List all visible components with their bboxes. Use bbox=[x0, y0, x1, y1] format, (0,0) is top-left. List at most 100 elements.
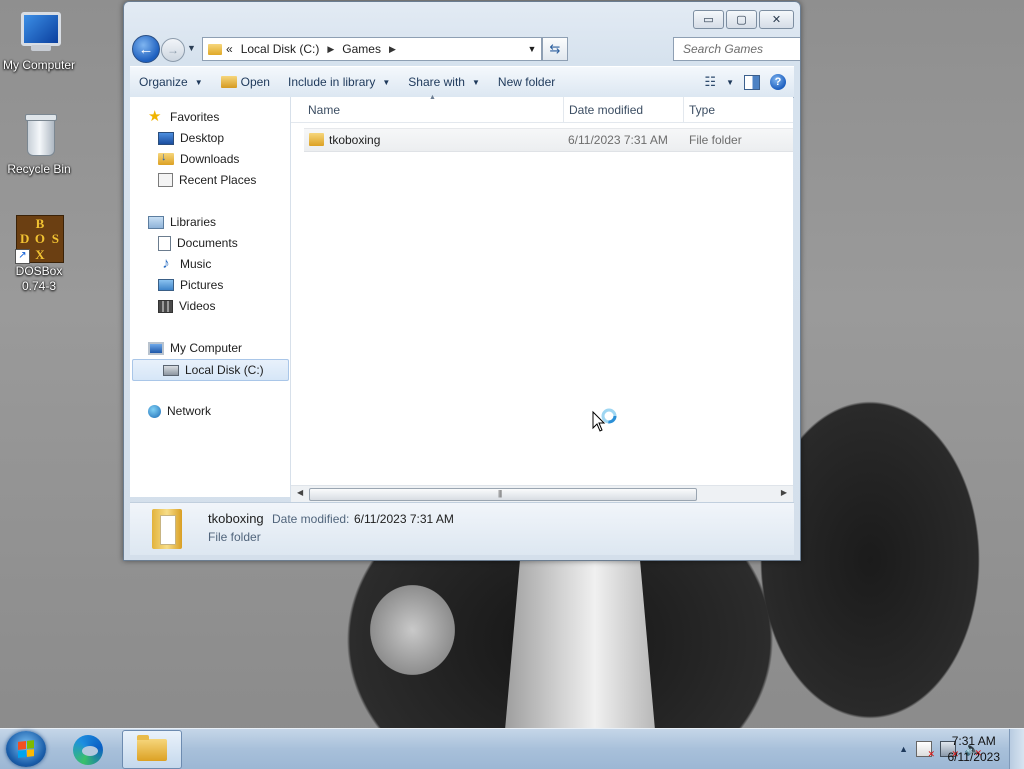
desktop-icon-my-computer[interactable]: My Computer bbox=[0, 8, 78, 73]
breadcrumb-games[interactable]: Games bbox=[340, 42, 383, 56]
organize-button[interactable]: Organize ▼ bbox=[130, 69, 212, 95]
edge-browser-icon bbox=[73, 735, 103, 765]
wallpaper-hand bbox=[370, 585, 455, 675]
change-view-icon[interactable]: ☷ bbox=[704, 74, 716, 90]
command-bar: Organize ▼ Open Include in library ▼ Share… bbox=[130, 66, 794, 98]
caption-buttons: ▭ ▢ ✕ bbox=[693, 10, 794, 29]
open-button[interactable]: Open bbox=[212, 69, 279, 95]
busy-cursor-icon bbox=[592, 408, 617, 434]
file-type: File folder bbox=[689, 133, 742, 147]
folder-preview-icon bbox=[152, 509, 182, 549]
scrollbar-thumb[interactable]: ||| bbox=[309, 488, 697, 501]
new-folder-button[interactable]: New folder bbox=[489, 69, 564, 95]
address-row: ← → ▼ « Local Disk (C:) ▶ Games ▶ ▼ ⇆ ⌕ bbox=[130, 34, 800, 63]
forward-button[interactable]: → bbox=[161, 38, 185, 62]
star-icon: ★ bbox=[148, 108, 162, 125]
breadcrumb-separator-icon[interactable]: ▶ bbox=[389, 44, 396, 55]
taskbar-edge-button[interactable] bbox=[70, 733, 106, 767]
nav-libraries[interactable]: Libraries bbox=[148, 212, 216, 232]
details-date-label: Date modified: bbox=[272, 512, 350, 526]
nav-local-disk[interactable]: Local Disk (C:) bbox=[132, 359, 289, 381]
nav-desktop[interactable]: Desktop bbox=[158, 128, 224, 148]
open-folder-icon bbox=[220, 76, 237, 88]
breadcrumb-local-disk[interactable]: Local Disk (C:) bbox=[239, 42, 322, 56]
file-list: ▲ Name Date modified Type tkoboxing 6/11… bbox=[291, 94, 793, 485]
shortcut-arrow-icon: ↗ bbox=[15, 249, 30, 264]
network-icon bbox=[148, 404, 161, 418]
nav-pictures[interactable]: Pictures bbox=[158, 275, 223, 295]
chevron-down-icon: ▼ bbox=[471, 77, 480, 87]
documents-icon bbox=[158, 235, 171, 251]
nav-documents[interactable]: Documents bbox=[158, 233, 238, 253]
details-pane: tkoboxing Date modified: 6/11/2023 7:31 … bbox=[130, 502, 794, 555]
recent-pages-dropdown[interactable]: ▼ bbox=[187, 43, 196, 53]
start-button[interactable] bbox=[6, 731, 46, 767]
refresh-button[interactable]: ⇆ bbox=[542, 37, 568, 61]
taskbar-explorer-button[interactable] bbox=[122, 730, 182, 769]
windows-logo-icon bbox=[18, 740, 34, 758]
taskbar: ▲ 🔈 7:31 AM 6/11/2023 bbox=[0, 728, 1024, 769]
preview-pane-icon[interactable] bbox=[744, 74, 760, 90]
search-box[interactable]: ⌕ bbox=[673, 37, 800, 61]
column-headers: ▲ Name Date modified Type bbox=[291, 94, 793, 123]
nav-my-computer[interactable]: My Computer bbox=[148, 338, 242, 358]
nav-downloads[interactable]: Downloads bbox=[158, 149, 239, 169]
file-date-modified: 6/11/2023 7:31 AM bbox=[568, 133, 668, 147]
address-overflow-chevron[interactable]: « bbox=[226, 42, 233, 56]
back-button[interactable]: ← bbox=[132, 35, 160, 63]
file-name[interactable]: tkoboxing bbox=[329, 133, 380, 147]
column-header-type[interactable]: Type bbox=[689, 103, 715, 117]
scroll-right-icon[interactable]: ▶ bbox=[781, 488, 787, 497]
clock-date: 6/11/2023 bbox=[947, 750, 1001, 764]
view-options-dropdown[interactable]: ▼ bbox=[726, 78, 734, 87]
recycle-bin-icon bbox=[15, 112, 63, 160]
help-icon[interactable]: ? bbox=[770, 74, 786, 90]
search-input[interactable] bbox=[681, 41, 800, 57]
nav-favorites[interactable]: ★ Favorites bbox=[148, 107, 219, 127]
explorer-folder-icon bbox=[137, 735, 167, 761]
breadcrumb-separator-icon[interactable]: ▶ bbox=[327, 44, 334, 55]
nav-recent-places[interactable]: Recent Places bbox=[158, 170, 256, 190]
desktop-icon-label: My Computer bbox=[2, 58, 76, 72]
desktop-icon-label: DOSBox 0.74-3 bbox=[15, 264, 63, 293]
chevron-down-icon: ▼ bbox=[382, 77, 391, 87]
maximize-button[interactable]: ▢ bbox=[726, 10, 757, 29]
scroll-left-icon[interactable]: ◀ bbox=[297, 488, 303, 497]
details-date-value: 6/11/2023 7:31 AM bbox=[354, 512, 454, 526]
column-header-date-modified[interactable]: Date modified bbox=[569, 103, 643, 117]
close-button[interactable]: ✕ bbox=[759, 10, 794, 29]
desktop-icon-dosbox[interactable]: B DOS X ↗ DOSBox 0.74-3 bbox=[0, 214, 78, 294]
show-desktop-button[interactable] bbox=[1009, 729, 1024, 769]
libraries-icon bbox=[148, 215, 164, 229]
address-bar[interactable]: « Local Disk (C:) ▶ Games ▶ ▼ bbox=[202, 37, 542, 61]
clock-time: 7:31 AM bbox=[951, 734, 996, 748]
action-center-flag-icon[interactable] bbox=[916, 741, 935, 760]
column-header-name[interactable]: Name bbox=[308, 103, 340, 117]
share-with-button[interactable]: Share with ▼ bbox=[399, 69, 489, 95]
music-icon: ♪ bbox=[162, 255, 170, 272]
navigation-pane: ★Favorites Desktop Downloads Recent Plac… bbox=[130, 97, 291, 497]
include-in-library-button[interactable]: Include in library ▼ bbox=[279, 69, 399, 95]
wallpaper-shirt bbox=[505, 560, 655, 730]
details-name: tkoboxing bbox=[208, 511, 264, 526]
file-row[interactable]: tkoboxing 6/11/2023 7:31 AM File folder bbox=[304, 128, 793, 152]
my-computer-icon bbox=[15, 8, 63, 56]
address-dropdown-icon[interactable]: ▼ bbox=[523, 44, 541, 54]
show-hidden-icons-button[interactable]: ▲ bbox=[899, 744, 908, 754]
desktop-icon-recycle-bin[interactable]: Recycle Bin bbox=[0, 112, 78, 177]
desktop-icon bbox=[158, 131, 174, 145]
horizontal-scrollbar[interactable]: ◀ ||| ▶ bbox=[291, 485, 793, 503]
nav-videos[interactable]: Videos bbox=[158, 296, 215, 316]
folder-icon bbox=[309, 133, 324, 146]
minimize-button[interactable]: ▭ bbox=[693, 10, 724, 29]
local-disk-icon bbox=[163, 364, 179, 376]
pictures-icon bbox=[158, 279, 174, 291]
nav-music[interactable]: ♪ Music bbox=[158, 254, 211, 274]
sort-ascending-icon: ▲ bbox=[429, 94, 436, 101]
desktop-icon-label: Recycle Bin bbox=[7, 162, 71, 176]
explorer-window: ▭ ▢ ✕ ← → ▼ « Local Disk (C:) ▶ Games ▶ … bbox=[123, 1, 801, 561]
dosbox-icon: B DOS X ↗ bbox=[15, 214, 64, 264]
taskbar-clock[interactable]: 7:31 AM 6/11/2023 bbox=[948, 733, 1001, 765]
nav-network[interactable]: Network bbox=[148, 401, 211, 421]
computer-icon bbox=[148, 341, 164, 355]
